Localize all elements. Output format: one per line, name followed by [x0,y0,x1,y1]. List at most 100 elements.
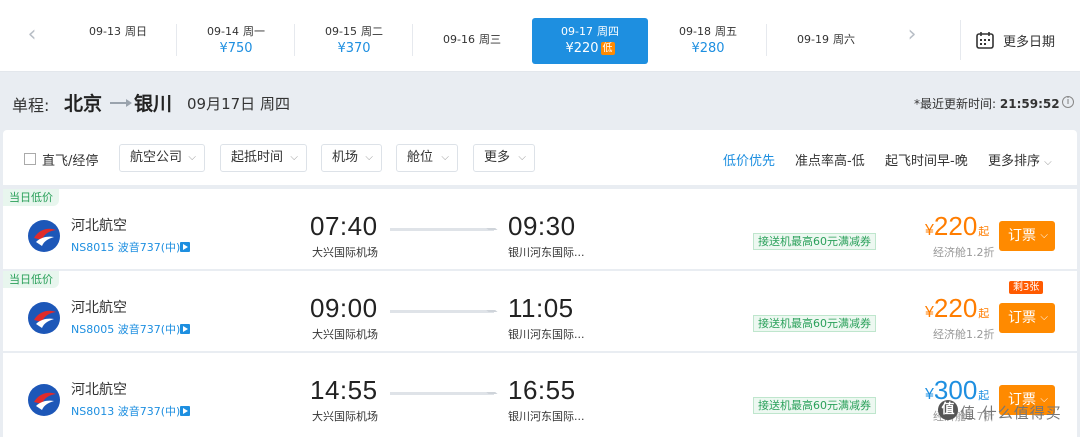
airline-name: 河北航空 [71,382,127,398]
hebei-airlines-logo-icon [28,220,60,252]
sort-lowest-price[interactable]: 低价优先 [723,150,775,169]
date-label: 09-14 [207,25,239,38]
coupon-badge: 接送机最高60元满减券 [753,233,876,250]
flight-row[interactable]: 河北航空 NS8013 波音737(中) 14:55 大兴国际机场 16:55 … [3,353,1077,437]
currency-symbol: ¥ [925,222,934,239]
flight-row[interactable]: 当日低价 河北航空 NS8005 波音737(中) 09:00 大兴国际机场 1… [3,271,1077,351]
chevron-down-icon: ⌵ [518,152,526,163]
airline-filter-dropdown[interactable]: 航空公司 ⌵ [119,144,205,172]
date-label: 09-19 [797,33,829,46]
flight-number[interactable]: NS8015 波音737(中) [71,239,180,255]
flight-number[interactable]: NS8005 波音737(中) [71,321,180,337]
last-updated: *最近更新时间: 21:59:52 [914,95,1060,112]
weekday-label: 周五 [714,25,737,38]
departure-airport: 大兴国际机场 [312,328,378,341]
date-cell[interactable]: 09-13 周日 [60,18,177,64]
cabin-discount: 经济舱1.2折 [933,246,995,259]
route-arrow-icon [110,99,132,107]
cabin-filter-dropdown[interactable]: 舱位 ⌵ [396,144,458,172]
date-cell[interactable]: 09-19 周六 [768,18,884,64]
lowest-price-badge: 低 [600,42,615,55]
price-amount: 220 [933,211,978,241]
departure-time: 07:40 [310,211,378,241]
arrival-airport: 银川河东国际... [508,410,585,423]
flight-duration-line [390,228,494,231]
chevron-down-icon: ⌵ [1040,230,1048,241]
weekday-label: 周三 [478,33,501,46]
currency-symbol: ¥ [925,386,934,403]
dropdown-label: 航空公司 [130,150,183,165]
travel-date: 09月17日 周四 [187,95,290,113]
date-cell-selected[interactable]: 09-17 周四 ¥220 低 [532,18,648,64]
play-icon[interactable] [180,242,190,252]
airline-name: 河北航空 [71,300,127,316]
prev-dates-arrow-icon[interactable]: ‹ [20,22,44,48]
flight-row[interactable]: 当日低价 河北航空 NS8015 波音737(中) 07:40 大兴国际机场 0… [3,189,1077,269]
date-cell[interactable]: 09-14 周一 ¥750 [178,18,295,64]
arrival-airport: 银川河东国际... [508,328,585,341]
dropdown-label: 起抵时间 [231,150,284,165]
date-cell[interactable]: 09-18 周五 ¥280 [650,18,767,64]
book-button[interactable]: 订票 ⌵ [999,303,1055,333]
date-price: ¥280 [691,41,725,56]
dropdown-label: 更多 [484,150,511,165]
chevron-down-icon: ⌵ [441,152,449,163]
hebei-airlines-logo-icon [28,302,60,334]
direct-flight-checkbox[interactable] [24,153,36,165]
airline-name: 河北航空 [71,218,127,234]
flight-duration-line [390,310,494,313]
sort-departure-time[interactable]: 起飞时间早-晚 [885,150,968,169]
airport-filter-dropdown[interactable]: 机场 ⌵ [321,144,382,172]
date-strip: ‹ 09-13 周日 09-14 周一 ¥750 09-15 周二 ¥370 09-1… [0,0,1080,72]
time-filter-dropdown[interactable]: 起抵时间 ⌵ [220,144,307,172]
divider [176,24,177,56]
divider [766,24,767,56]
divider [412,24,413,56]
sort-more[interactable]: 更多排序 ⌵ [988,150,1052,169]
more-filter-dropdown[interactable]: 更多 ⌵ [473,144,535,172]
coupon-badge: 接送机最高60元满减券 [753,315,876,332]
arrival-time: 11:05 [508,293,574,323]
weekday-label: 周一 [242,25,265,38]
chevron-down-icon: ⌵ [1040,312,1048,323]
currency-symbol: ¥ [925,304,934,321]
date-label: 09-18 [679,25,711,38]
last-updated-time: 21:59:52 [999,97,1060,111]
more-dates-button[interactable]: 更多日期 [960,20,1072,60]
direct-flight-label[interactable]: 直飞/经停 [42,150,98,169]
departure-time: 14:55 [310,375,378,405]
book-button[interactable]: 订票 ⌵ [999,221,1055,251]
flight-number[interactable]: NS8013 波音737(中) [71,403,180,419]
play-icon[interactable] [180,324,190,334]
cabin-discount: 经济舱1.2折 [933,328,995,341]
book-label: 订票 [1008,228,1036,244]
weekday-label: 周二 [360,25,383,38]
price-amount: 300 [933,375,978,405]
watermark-logo-icon: 值 [938,400,958,420]
hebei-airlines-logo-icon [28,384,60,416]
lowest-price-tag: 当日低价 [3,271,59,288]
route-heading: 单程: 北京 银川 09月17日 周四 *最近更新时间: 21:59:52 i [0,72,1080,128]
chevron-down-icon: ⌵ [1044,157,1052,168]
divider [294,24,295,56]
weekday-label: 周六 [832,33,855,46]
more-dates-label: 更多日期 [1003,34,1056,50]
filter-bar: 直飞/经停 航空公司 ⌵ 起抵时间 ⌵ 机场 ⌵ 舱位 ⌵ 更多 ⌵ 低价优先 准点率高-… [3,130,1077,185]
coupon-badge: 接送机最高60元满减券 [753,397,876,414]
next-dates-arrow-icon[interactable]: › [900,22,924,48]
dropdown-label: 机场 [332,150,359,165]
flight-price: ¥220起 [925,293,989,324]
play-icon[interactable] [180,406,190,416]
arrival-time: 16:55 [508,375,576,405]
book-label: 订票 [1008,310,1036,326]
date-cell[interactable]: 09-16 周三 [414,18,530,64]
price-amount: 220 [933,293,978,323]
sort-punctuality[interactable]: 准点率高-低 [795,150,865,169]
chevron-down-icon: ⌵ [290,152,298,163]
date-label: 09-17 [561,25,593,38]
date-cell[interactable]: 09-15 周二 ¥370 [296,18,413,64]
trip-type-label: 单程: [12,96,50,115]
calendar-icon [976,32,994,49]
info-icon[interactable]: i [1062,96,1074,108]
destination-city: 银川 [134,93,173,115]
